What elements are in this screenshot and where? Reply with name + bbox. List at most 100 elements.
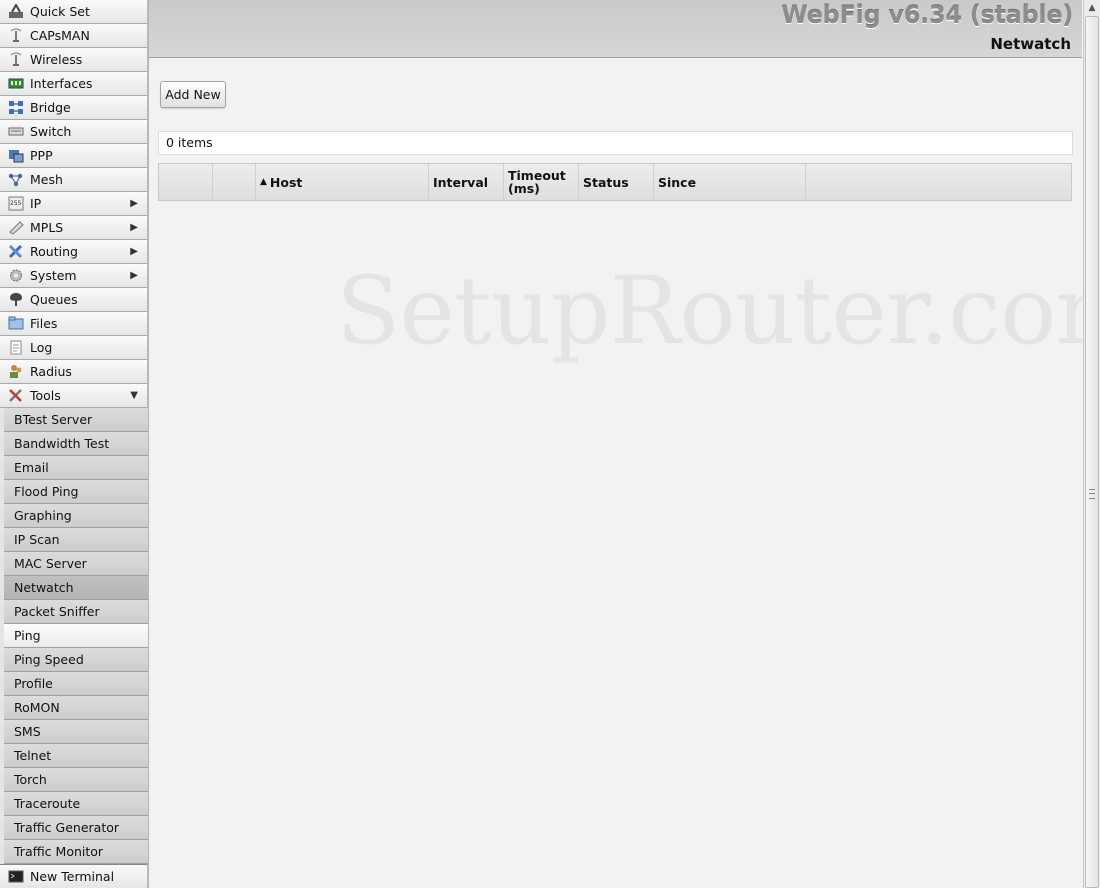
- app-title: WebFig v6.34 (stable): [781, 1, 1073, 29]
- quick-set-icon: [8, 4, 24, 19]
- bottom-menu: New Terminal: [0, 864, 148, 888]
- sidebar-item-interfaces[interactable]: Interfaces: [0, 72, 148, 96]
- submenu-item-graphing[interactable]: Graphing: [4, 504, 148, 528]
- column-status-label: Status: [583, 174, 629, 190]
- submenu-item-torch[interactable]: Torch: [4, 768, 148, 792]
- scroll-grip-icon: [1089, 489, 1095, 499]
- bridge-icon: [8, 100, 24, 115]
- sidebar-item-label: Quick Set: [30, 4, 90, 19]
- submenu-item-profile[interactable]: Profile: [4, 672, 148, 696]
- submenu-item-email[interactable]: Email: [4, 456, 148, 480]
- sidebar-item-label: Files: [30, 316, 58, 331]
- switch-icon: [8, 124, 24, 139]
- sidebar: Quick Set CAPsMAN Wireless Interfaces Bridge…: [0, 0, 149, 888]
- submenu-arrow-icon: ▶: [130, 270, 138, 281]
- sidebar-item-tools[interactable]: Tools ▼: [0, 384, 148, 408]
- submenu-item-traffic-monitor[interactable]: Traffic Monitor: [4, 840, 148, 864]
- submenu-arrow-icon: ▶: [130, 198, 138, 209]
- submenu-item-telnet[interactable]: Telnet: [4, 744, 148, 768]
- table-header: ▲ Host Interval Timeout (ms) Status Sinc…: [158, 163, 1072, 201]
- column-header-blank[interactable]: [213, 164, 256, 200]
- sidebar-item-queues[interactable]: Queues: [0, 288, 148, 312]
- sidebar-item-mesh[interactable]: Mesh: [0, 168, 148, 192]
- submenu-item-mac-server[interactable]: MAC Server: [4, 552, 148, 576]
- sidebar-item-routing[interactable]: Routing ▶: [0, 240, 148, 264]
- ppp-icon: [8, 148, 24, 163]
- submenu-item-bandwidth-test[interactable]: Bandwidth Test: [4, 432, 148, 456]
- item-count: 0 items: [158, 131, 1073, 155]
- sidebar-item-label: MPLS: [30, 220, 64, 235]
- vertical-scrollbar[interactable]: ▲: [1083, 0, 1100, 888]
- tools-icon: [8, 388, 24, 403]
- sidebar-item-label: New Terminal: [30, 869, 115, 884]
- sidebar-item-label: Log: [30, 340, 53, 355]
- sort-ascending-icon: ▲: [260, 176, 267, 187]
- submenu-item-romon[interactable]: RoMON: [4, 696, 148, 720]
- sidebar-item-files[interactable]: Files: [0, 312, 148, 336]
- column-header-blank[interactable]: [159, 164, 213, 200]
- sidebar-item-ppp[interactable]: PPP: [0, 144, 148, 168]
- submenu-item-netwatch[interactable]: Netwatch: [4, 576, 148, 600]
- antenna-icon: [8, 28, 24, 43]
- tools-submenu: BTest Server Bandwidth Test Email Flood Pin…: [0, 408, 148, 864]
- expanded-arrow-icon: ▼: [130, 390, 138, 401]
- column-interval-label: Interval: [433, 174, 489, 190]
- submenu-item-ip-scan[interactable]: IP Scan: [4, 528, 148, 552]
- submenu-item-traffic-generator[interactable]: Traffic Generator: [4, 816, 148, 840]
- sidebar-item-label: CAPsMAN: [30, 28, 90, 43]
- sidebar-item-radius[interactable]: Radius: [0, 360, 148, 384]
- submenu-item-ping[interactable]: Ping: [4, 624, 148, 648]
- sidebar-item-switch[interactable]: Switch: [0, 120, 148, 144]
- gear-icon: [8, 268, 24, 283]
- sidebar-item-capsman[interactable]: CAPsMAN: [0, 24, 148, 48]
- column-header-blank[interactable]: [806, 164, 1071, 200]
- add-new-button[interactable]: Add New: [160, 81, 226, 108]
- submenu-item-flood-ping[interactable]: Flood Ping: [4, 480, 148, 504]
- mpls-icon: [8, 220, 24, 235]
- sidebar-item-mpls[interactable]: MPLS ▶: [0, 216, 148, 240]
- sidebar-item-label: Mesh: [30, 172, 63, 187]
- submenu-item-btest-server[interactable]: BTest Server: [4, 408, 148, 432]
- submenu-item-traceroute[interactable]: Traceroute: [4, 792, 148, 816]
- sidebar-item-wireless[interactable]: Wireless: [0, 48, 148, 72]
- sidebar-item-system[interactable]: System ▶: [0, 264, 148, 288]
- submenu-item-ping-speed[interactable]: Ping Speed: [4, 648, 148, 672]
- mesh-icon: [8, 172, 24, 187]
- interfaces-icon: [8, 76, 24, 91]
- users-icon: [8, 364, 24, 379]
- scroll-thumb[interactable]: [1085, 16, 1099, 888]
- sidebar-item-label: IP: [30, 196, 42, 211]
- submenu-item-sms[interactable]: SMS: [4, 720, 148, 744]
- submenu-item-packet-sniffer[interactable]: Packet Sniffer: [4, 600, 148, 624]
- column-header-host[interactable]: ▲ Host: [256, 164, 429, 200]
- sidebar-item-label: PPP: [30, 148, 53, 163]
- sidebar-item-label: Radius: [30, 364, 72, 379]
- sidebar-item-log[interactable]: Log: [0, 336, 148, 360]
- page-header: WebFig v6.34 (stable) Netwatch: [149, 0, 1082, 58]
- ip-icon: 255: [8, 196, 24, 211]
- sidebar-item-label: Tools: [30, 388, 61, 403]
- sidebar-item-quick-set[interactable]: Quick Set: [0, 0, 148, 24]
- queues-icon: [8, 292, 24, 307]
- column-header-interval[interactable]: Interval: [429, 164, 504, 200]
- sidebar-item-label: Routing: [30, 244, 78, 259]
- svg-text:255: 255: [10, 200, 22, 207]
- terminal-icon: [8, 869, 24, 884]
- column-header-status[interactable]: Status: [579, 164, 654, 200]
- sidebar-item-new-terminal[interactable]: New Terminal: [0, 864, 148, 888]
- watermark: SetupRouter.com: [336, 257, 1100, 366]
- routing-icon: [8, 244, 24, 259]
- main-menu: Quick Set CAPsMAN Wireless Interfaces Bridge…: [0, 0, 148, 408]
- submenu-arrow-icon: ▶: [130, 222, 138, 233]
- antenna-icon: [8, 52, 24, 67]
- column-header-since[interactable]: Since: [654, 164, 806, 200]
- column-header-timeout[interactable]: Timeout (ms): [504, 164, 579, 200]
- folder-icon: [8, 316, 24, 331]
- scroll-up-arrow-icon[interactable]: ▲: [1084, 0, 1100, 16]
- submenu-arrow-icon: ▶: [130, 246, 138, 257]
- sidebar-item-ip[interactable]: 255 IP ▶: [0, 192, 148, 216]
- sidebar-item-bridge[interactable]: Bridge: [0, 96, 148, 120]
- log-icon: [8, 340, 24, 355]
- sidebar-item-label: Bridge: [30, 100, 71, 115]
- column-timeout-label: Timeout (ms): [508, 168, 566, 196]
